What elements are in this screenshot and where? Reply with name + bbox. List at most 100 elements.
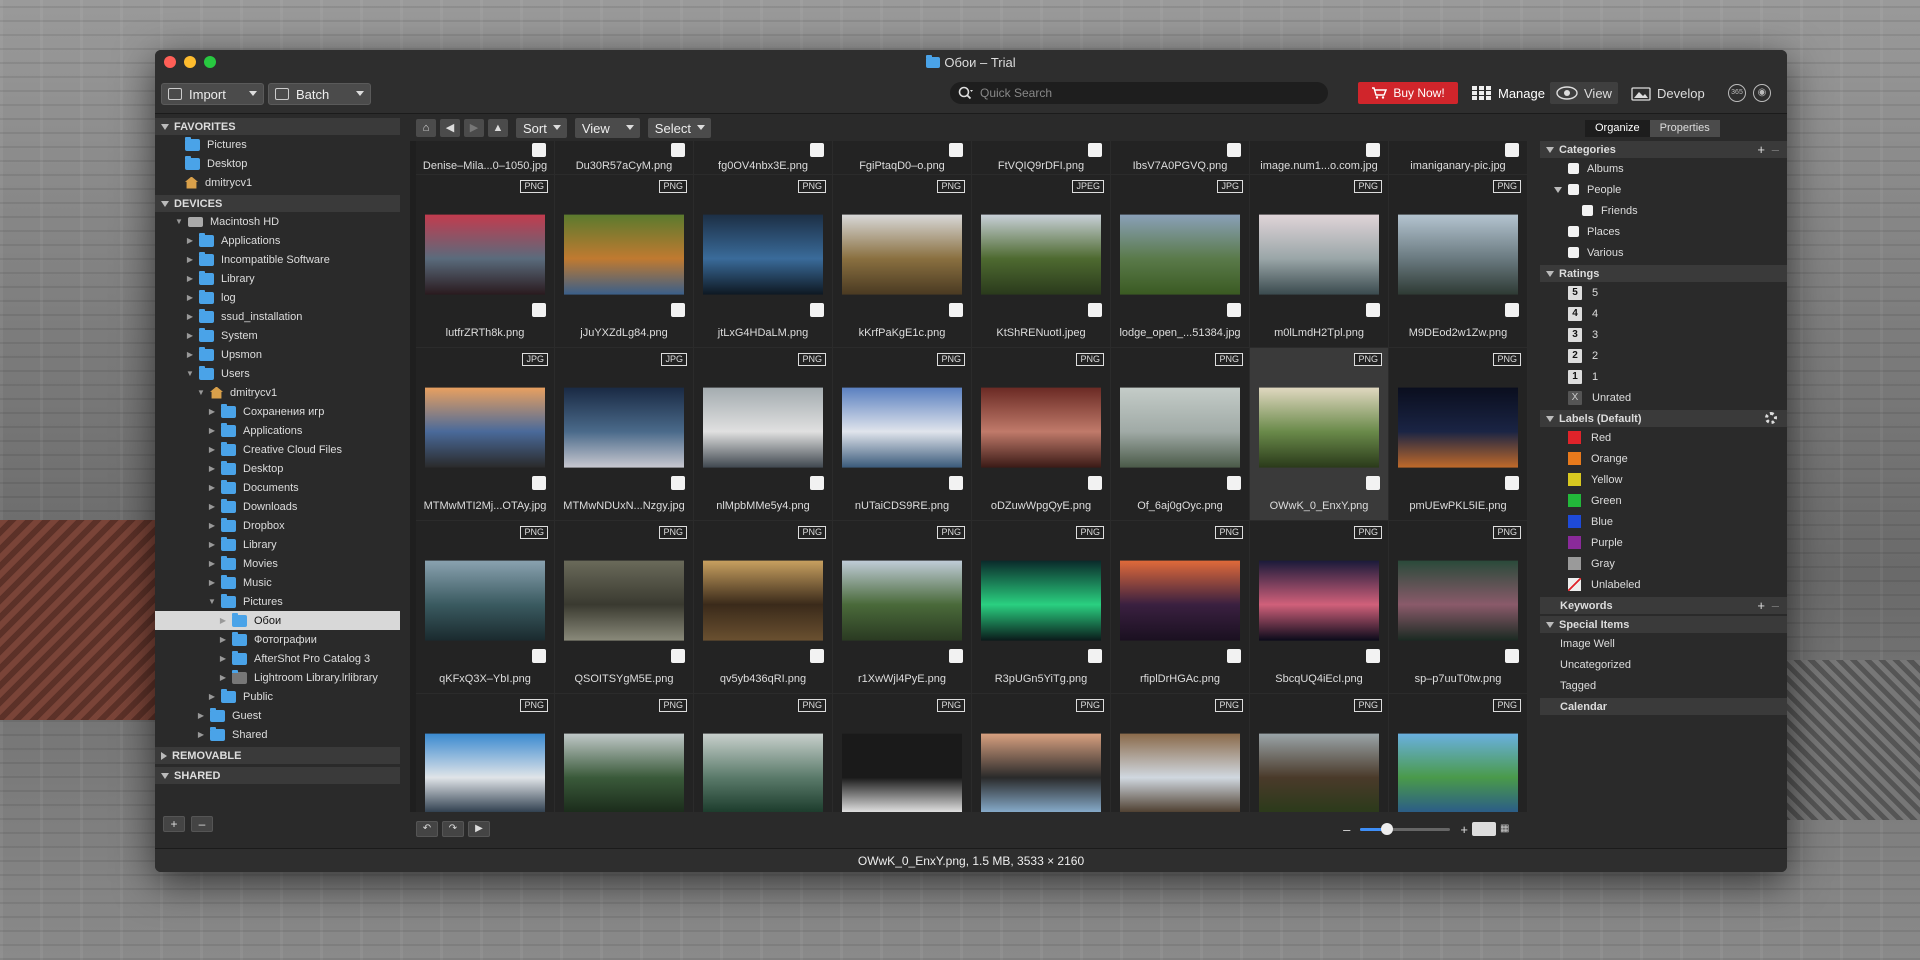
chevron-right-icon[interactable]: ▶ [185, 331, 195, 340]
chevron-down-icon[interactable]: ▼ [185, 369, 195, 378]
thumbnail-image[interactable] [1120, 733, 1240, 812]
thumbnail-cell[interactable]: PNG [416, 694, 555, 812]
thumbnail-cell[interactable]: PNG nUTaiCDS9RE.png [833, 348, 972, 521]
thumbnail-image[interactable] [1259, 733, 1379, 812]
thumbnail-cell[interactable]: PNG oDZuwWpgQyE.png [972, 348, 1111, 521]
thumbnail-cell[interactable]: PNG nlMpbMMe5y4.png [694, 348, 833, 521]
categories-header[interactable]: Categories + – [1540, 141, 1787, 158]
tree-item[interactable]: ▼ Macintosh HD [155, 212, 400, 231]
batch-button[interactable]: Batch [268, 83, 371, 105]
category-item[interactable]: Friends [1540, 200, 1787, 221]
chevron-right-icon[interactable]: ▶ [218, 673, 228, 682]
remove-keyword-button[interactable]: – [1772, 598, 1779, 613]
thumbnail-cell[interactable]: PNG [833, 694, 972, 812]
thumbnail-cell[interactable]: Denise–Mila...0–1050.jpg [416, 141, 555, 175]
chevron-right-icon[interactable]: ▶ [207, 692, 217, 701]
thumbnail-cell[interactable]: PNG QSOITSYgM5E.png [555, 521, 694, 694]
thumbnail-cell[interactable]: PNG [1111, 694, 1250, 812]
thumbnail-image[interactable] [1120, 214, 1240, 295]
favorite-item[interactable]: Desktop [155, 154, 400, 173]
rating-item[interactable]: 55 [1540, 282, 1787, 303]
chevron-right-icon[interactable]: ▶ [185, 274, 195, 283]
chevron-right-icon[interactable]: ▶ [196, 711, 206, 720]
thumbnail-image[interactable] [1259, 387, 1379, 468]
select-checkbox[interactable] [532, 143, 546, 157]
disclosure-triangle-icon[interactable] [1554, 186, 1562, 193]
thumbnail-cell[interactable]: PNG SbcqUQ4iEcI.png [1250, 521, 1389, 694]
select-checkbox[interactable] [1088, 476, 1102, 490]
chevron-right-icon[interactable]: ▶ [185, 350, 195, 359]
color-label-item[interactable]: Blue [1540, 511, 1787, 532]
special-item[interactable]: Uncategorized [1540, 654, 1787, 675]
labels-header[interactable]: Labels (Default) [1540, 410, 1787, 427]
tree-item[interactable]: ▶ AfterShot Pro Catalog 3 [155, 649, 400, 668]
thumbnail-cell[interactable]: imaniganary-pic.jpg [1389, 141, 1528, 175]
tab-properties[interactable]: Properties [1649, 120, 1720, 137]
tree-item[interactable]: ▶ Shared [155, 725, 400, 744]
rating-item[interactable]: 33 [1540, 324, 1787, 345]
keywords-header[interactable]: Keywords + – [1540, 597, 1787, 614]
thumbnail-image[interactable] [564, 733, 684, 812]
thumbnail-image[interactable] [842, 560, 962, 641]
thumbnail-cell[interactable]: JPG MTMwNDUxN...Nzgy.jpg [555, 348, 694, 521]
add-keyword-button[interactable]: + [1757, 598, 1765, 613]
select-checkbox[interactable] [1088, 143, 1102, 157]
tree-item[interactable]: ▶ Dropbox [155, 516, 400, 535]
badge-365-icon[interactable]: 365 [1728, 84, 1746, 102]
favorite-item[interactable]: Pictures [155, 135, 400, 154]
thumbnail-cell[interactable]: PNG jJuYXZdLg84.png [555, 175, 694, 348]
chevron-right-icon[interactable]: ▶ [196, 730, 206, 739]
tree-item[interactable]: ▶ Applications [155, 231, 400, 250]
category-checkbox[interactable] [1568, 226, 1579, 237]
chevron-right-icon[interactable]: ▶ [218, 635, 228, 644]
color-label-item[interactable]: Orange [1540, 448, 1787, 469]
color-label-item[interactable]: Red [1540, 427, 1787, 448]
chevron-right-icon[interactable]: ▶ [207, 445, 217, 454]
thumbnail-image[interactable] [703, 387, 823, 468]
thumbnail-cell[interactable]: FgiPtaqD0–o.png [833, 141, 972, 175]
thumbnail-cell[interactable]: PNG lutfrZRTh8k.png [416, 175, 555, 348]
color-label-item[interactable]: Yellow [1540, 469, 1787, 490]
category-checkbox[interactable] [1568, 163, 1579, 174]
select-checkbox[interactable] [532, 303, 546, 317]
thumbnail-cell[interactable]: PNG OWwK_0_EnxY.png [1250, 348, 1389, 521]
tree-item[interactable]: ▶ Обои [155, 611, 400, 630]
up-arrow-icon[interactable]: ▲ [488, 119, 508, 137]
calendar-header[interactable]: Calendar [1540, 698, 1787, 715]
select-checkbox[interactable] [810, 476, 824, 490]
select-checkbox[interactable] [532, 476, 546, 490]
zoom-in-button[interactable]: + [1460, 822, 1468, 837]
thumbnail-image[interactable] [1120, 387, 1240, 468]
thumbnail-image[interactable] [1398, 387, 1518, 468]
tree-item[interactable]: ▶ Desktop [155, 459, 400, 478]
thumbnail-cell[interactable]: Du30R57aCyM.png [555, 141, 694, 175]
favorite-item[interactable]: dmitrycv1 [155, 173, 400, 192]
remove-category-button[interactable]: – [1772, 142, 1779, 157]
home-icon[interactable]: ⌂ [416, 119, 436, 137]
thumbnail-cell[interactable]: PNG [555, 694, 694, 812]
tree-item[interactable]: ▶ Applications [155, 421, 400, 440]
color-label-item[interactable]: Unlabeled [1540, 574, 1787, 595]
select-checkbox[interactable] [1227, 143, 1241, 157]
forward-arrow-icon[interactable]: ▶ [464, 119, 484, 137]
chevron-right-icon[interactable]: ▶ [218, 616, 228, 625]
select-checkbox[interactable] [671, 143, 685, 157]
select-checkbox[interactable] [949, 476, 963, 490]
thumbnail-cell[interactable]: PNG M9DEod2w1Zw.png [1389, 175, 1528, 348]
chevron-right-icon[interactable]: ▶ [185, 255, 195, 264]
thumbnail-image[interactable] [1120, 560, 1240, 641]
select-checkbox[interactable] [810, 143, 824, 157]
thumbnail-cell[interactable]: JPG MTMwMTI2Mj...OTAy.jpg [416, 348, 555, 521]
category-checkbox[interactable] [1582, 205, 1593, 216]
rating-item[interactable]: 22 [1540, 345, 1787, 366]
color-label-item[interactable]: Green [1540, 490, 1787, 511]
shared-section-header[interactable]: SHARED [155, 767, 400, 784]
chevron-right-icon[interactable]: ▶ [207, 540, 217, 549]
thumbnail-image[interactable] [703, 560, 823, 641]
select-checkbox[interactable] [1227, 303, 1241, 317]
tree-item[interactable]: ▶ System [155, 326, 400, 345]
select-checkbox[interactable] [671, 303, 685, 317]
develop-mode-button[interactable]: Develop [1625, 82, 1711, 104]
gear-icon[interactable] [1765, 412, 1777, 424]
buy-now-button[interactable]: Buy Now! [1358, 82, 1458, 104]
